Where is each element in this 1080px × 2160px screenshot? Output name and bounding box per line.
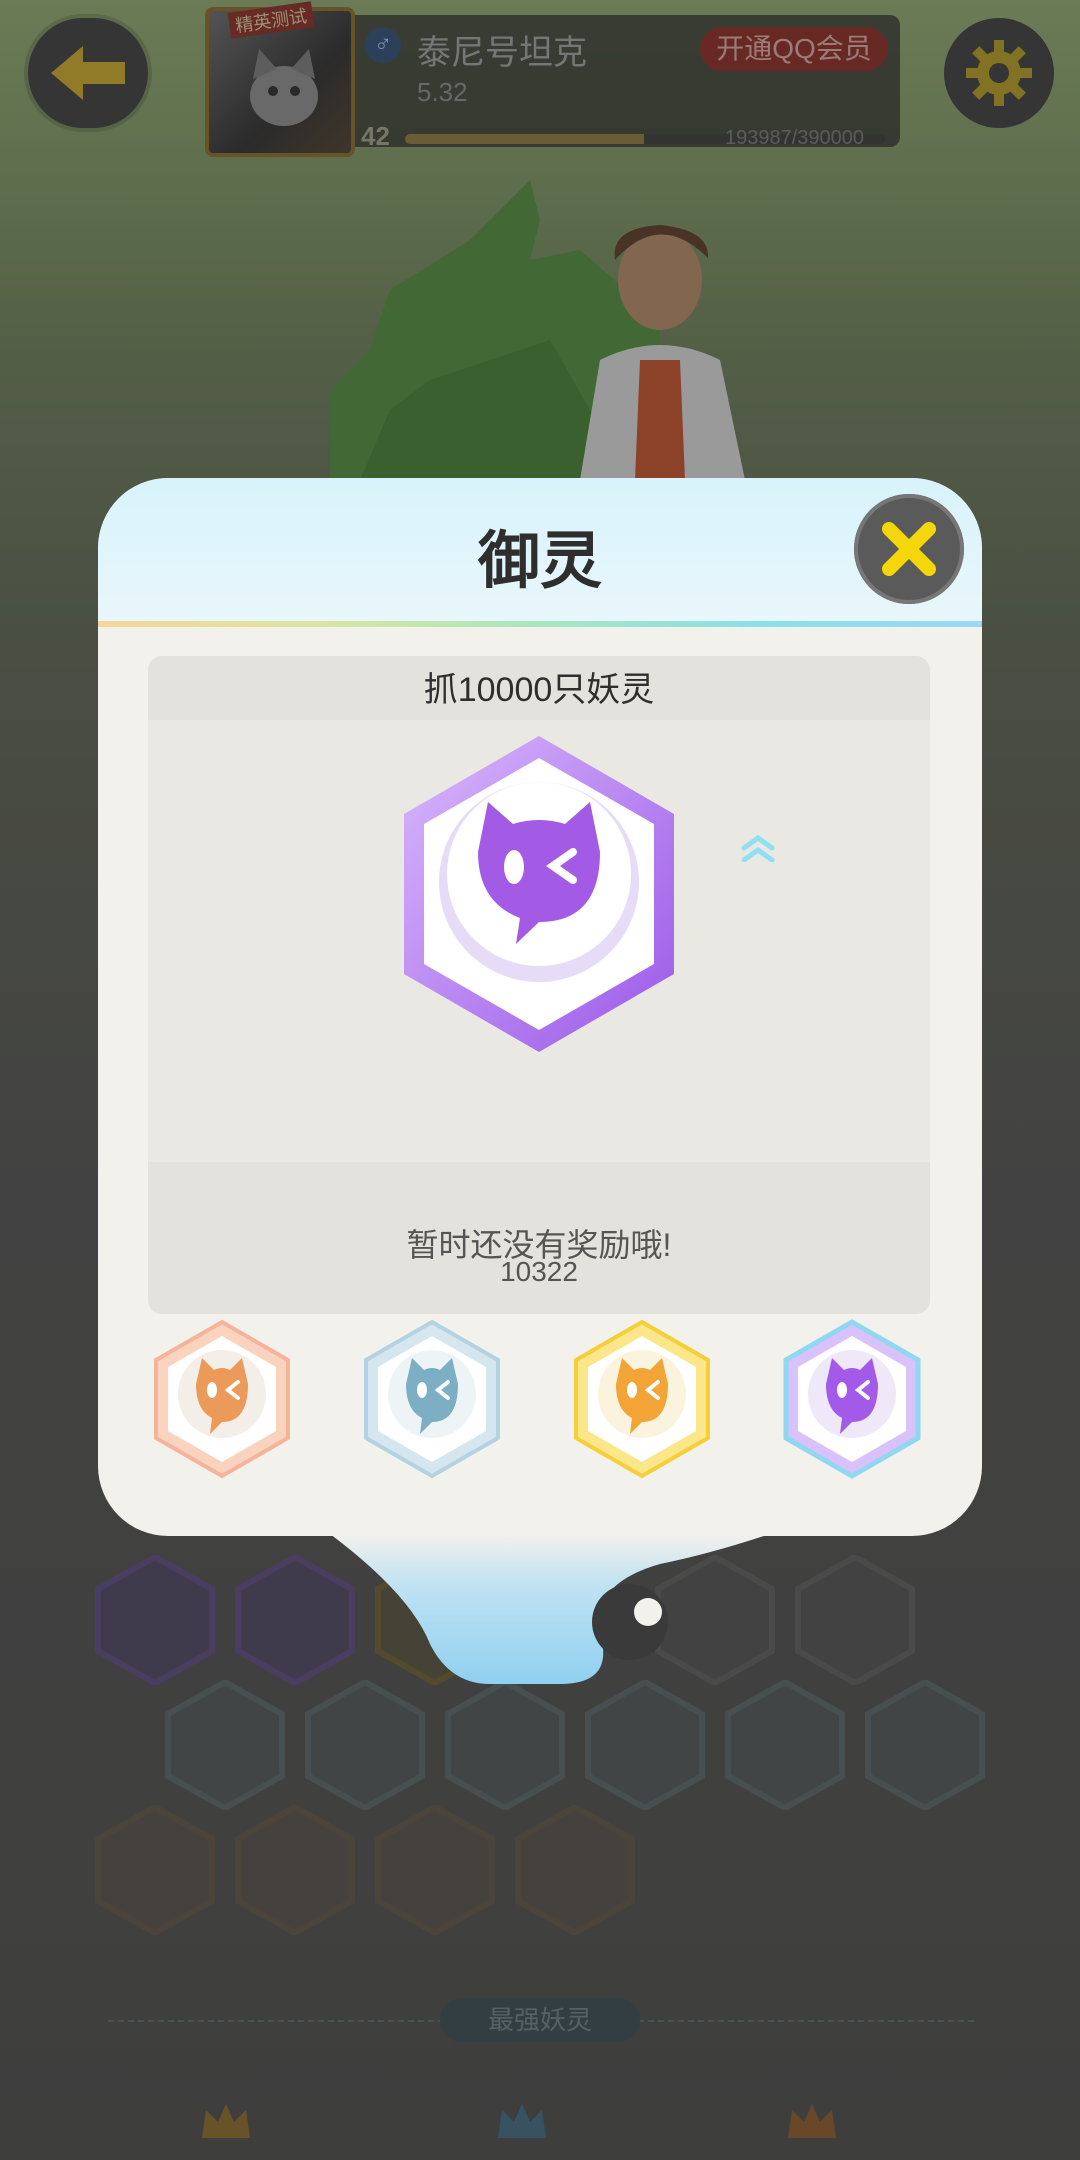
achievement-card: 抓10000只妖灵 暂时还没有奖励哦! 10322 (148, 656, 930, 1314)
header-rainbow-rule (98, 621, 982, 627)
tier-gold-button[interactable] (570, 1318, 714, 1480)
tier-silver-button[interactable] (360, 1318, 504, 1480)
chevron-up-icon (741, 834, 775, 862)
modal-title: 御灵 (477, 527, 602, 596)
achievement-modal: 御灵 抓10000只妖灵 暂时还没有奖励哦! 10322 (98, 478, 982, 1536)
achievement-badge-large (404, 736, 674, 1052)
reward-section: 暂时还没有奖励哦! (148, 1162, 930, 1314)
badge-progress-count: 10322 (500, 1256, 578, 1287)
modal-tail (330, 1534, 770, 1684)
tier-bronze-button[interactable] (150, 1318, 294, 1480)
close-button[interactable] (854, 494, 964, 604)
tier-purple-button-selected[interactable] (780, 1318, 924, 1480)
achievement-title: 抓10000只妖灵 (423, 671, 655, 709)
close-x-icon (882, 522, 936, 576)
